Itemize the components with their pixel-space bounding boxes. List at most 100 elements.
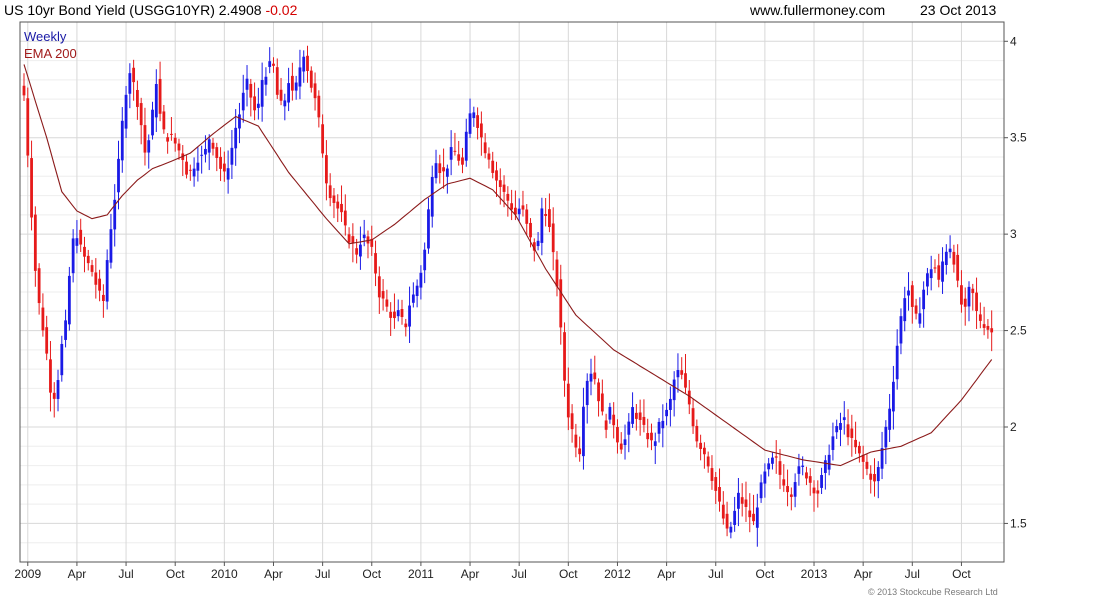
candle-body [570, 413, 574, 430]
candle-body [778, 461, 782, 475]
candle-body [117, 158, 120, 193]
candle-body [744, 499, 748, 507]
candle-body [971, 288, 975, 294]
candle-body [30, 158, 33, 218]
candle-body [434, 163, 438, 179]
candle-body [922, 289, 926, 310]
candle-body [578, 448, 582, 455]
candle-body [771, 457, 774, 464]
x-tick-label: Jul [118, 567, 133, 581]
candle-body [128, 73, 132, 94]
candle-body [759, 482, 763, 499]
candle-body [687, 390, 691, 405]
candle-body [805, 472, 808, 479]
candle-body [563, 332, 566, 381]
candle-body [604, 420, 608, 430]
candle-body [393, 311, 396, 319]
candle-body [914, 305, 918, 314]
candle-body [672, 379, 676, 401]
y-tick-label: 2 [1010, 420, 1017, 434]
candle-body [600, 393, 604, 412]
candle-body [892, 381, 895, 412]
candle-body [774, 456, 778, 458]
candle-body [495, 170, 498, 181]
candle-body [472, 112, 476, 118]
candle-body [476, 115, 479, 128]
candle-body [211, 142, 215, 149]
x-tick-label: Oct [362, 567, 381, 581]
candle-body [540, 208, 544, 243]
candle-body [415, 285, 419, 297]
candle-body [948, 248, 952, 253]
candle-body [200, 154, 204, 156]
grid-lines [20, 22, 1004, 562]
candle-body [876, 467, 880, 482]
y-tick-label: 2.5 [1010, 324, 1027, 338]
candle-body [423, 249, 427, 271]
candle-body [468, 113, 472, 134]
candle-body [309, 70, 313, 88]
candle-body [737, 492, 740, 509]
ema-line [23, 64, 993, 467]
candle-body [483, 142, 487, 154]
candle-body [207, 139, 211, 153]
candle-body [173, 137, 177, 144]
candle-body [529, 222, 532, 238]
candle-body [362, 234, 366, 239]
candle-body [457, 154, 461, 161]
x-tick-label: Oct [559, 567, 578, 581]
candle-body [219, 156, 222, 169]
candle-body [767, 463, 771, 470]
price-chart: 1.522.533.54 2009 Apr Jul Oct 2010 Apr Jul Oct 2… [14, 21, 1027, 581]
candle-body [461, 157, 464, 165]
candle-body [559, 279, 563, 328]
candle-body [525, 209, 529, 224]
candle-body [464, 131, 468, 161]
candle-body [442, 167, 445, 172]
candle-body [502, 184, 506, 192]
candle-body [49, 359, 52, 393]
candle-body [306, 55, 309, 71]
candle-body [166, 137, 170, 142]
y-axis: 1.5 2 2.5 3 3.5 4 [1004, 34, 1027, 530]
candle-body [593, 372, 597, 380]
candle-body [978, 314, 982, 321]
x-tick-label: Apr [657, 567, 676, 581]
candle-body [185, 161, 188, 175]
candle-body [272, 63, 275, 66]
candle-body [86, 255, 90, 264]
ema-line-group [23, 64, 993, 467]
candle-body [268, 61, 272, 67]
candle-body [963, 298, 967, 307]
candle-body [328, 185, 332, 199]
candle-body [67, 275, 71, 325]
candle-body [725, 513, 729, 529]
candle-body [729, 526, 733, 533]
candle-body [721, 504, 725, 519]
candle-body [608, 406, 612, 420]
candle-body [419, 272, 423, 288]
y-tick-label: 3 [1010, 227, 1017, 241]
candle-body [960, 285, 963, 305]
candle-body [657, 421, 661, 434]
candle-body [132, 67, 136, 83]
legend-ema: EMA 200 [24, 46, 77, 61]
candle-body [952, 251, 956, 265]
candle-body [831, 436, 835, 450]
candle-body [94, 272, 98, 285]
x-tick-label: Oct [952, 567, 971, 581]
candle-body [374, 253, 377, 274]
candle-body [865, 461, 869, 469]
candle-body [491, 160, 495, 173]
candle-body [623, 439, 627, 446]
x-tick-label: Oct [166, 567, 185, 581]
candle-body [249, 83, 253, 98]
candle-body [714, 477, 718, 491]
candle-body [294, 82, 298, 91]
x-tick-label: Oct [756, 567, 775, 581]
candle-body [566, 383, 570, 418]
candle-body [83, 246, 86, 257]
candle-body [162, 111, 166, 130]
candle-body [256, 103, 260, 108]
x-axis: 2009 Apr Jul Oct 2010 Apr Jul Oct 2011 Apr Jul Oct 2… [14, 562, 971, 581]
